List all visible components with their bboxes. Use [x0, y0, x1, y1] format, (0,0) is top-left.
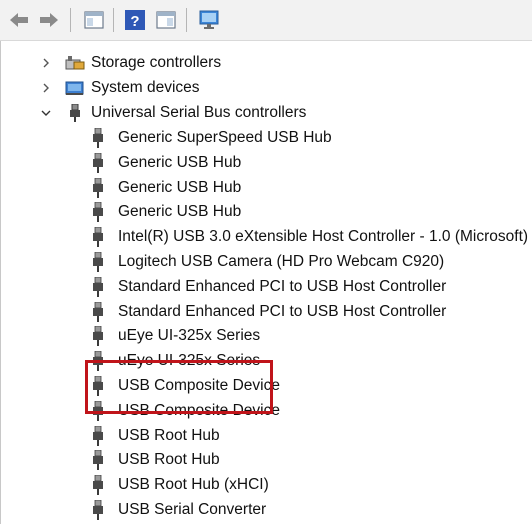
usb-device-label: uEye UI-325x Series — [118, 327, 261, 345]
usb-device-row[interactable]: USB Root Hub — [1, 424, 532, 448]
monitor-icon[interactable] — [198, 9, 220, 31]
help-icon-label: ? — [130, 13, 139, 30]
chevron-down-icon[interactable] — [39, 106, 53, 120]
usb-device-label: USB Root Hub — [118, 426, 220, 444]
usb-device-label: Generic SuperSpeed USB Hub — [118, 129, 332, 146]
properties-icon[interactable] — [155, 9, 177, 31]
usb-plug-icon — [93, 252, 103, 272]
usb-device-row[interactable]: Generic USB Hub — [1, 200, 532, 224]
usb-plug-icon — [93, 500, 103, 520]
tree-category-usb-controllers[interactable]: Universal Serial Bus controllers — [1, 101, 532, 125]
tree-category-label: Storage controllers — [91, 54, 222, 71]
chevron-right-icon[interactable] — [39, 81, 53, 95]
tree-category-system-devices[interactable]: System devices — [1, 76, 532, 100]
device-tree: Storage controllers System devices Unive… — [0, 41, 532, 524]
tree-category-storage-controllers[interactable]: Storage controllers — [1, 51, 532, 75]
highlight-box — [85, 360, 273, 414]
usb-device-label: Generic USB Hub — [118, 203, 242, 221]
usb-device-label: Generic USB Hub — [118, 153, 242, 171]
usb-device-row[interactable]: USB Root Hub — [1, 448, 532, 472]
usb-plug-icon — [93, 202, 103, 223]
usb-device-label: USB Root Hub (xHCI) — [118, 476, 269, 494]
usb-plug-icon — [93, 276, 103, 297]
usb-device-row[interactable]: Generic SuperSpeed USB Hub — [1, 126, 532, 150]
arrow-right-icon[interactable] — [38, 9, 60, 31]
usb-plug-icon — [93, 227, 103, 248]
toolbar-separator — [186, 8, 187, 32]
usb-device-label: Logitech USB Camera (HD Pro Webcam C920) — [118, 253, 445, 270]
usb-plug-icon — [93, 301, 103, 322]
usb-device-label: Generic USB Hub — [118, 178, 242, 196]
usb-plug-icon — [93, 128, 103, 148]
usb-device-row[interactable]: Intel(R) USB 3.0 eXtensible Host Control… — [1, 225, 532, 249]
usb-device-label: Standard Enhanced PCI to USB Host Contro… — [118, 277, 447, 295]
toolbar-separator — [70, 8, 71, 32]
tree-category-label: Universal Serial Bus controllers — [91, 104, 307, 121]
chevron-right-icon[interactable] — [39, 56, 53, 70]
usb-plug-icon — [70, 104, 80, 122]
usb-device-label: USB Root Hub — [118, 451, 220, 469]
usb-device-row[interactable]: USB Serial Converter — [1, 498, 532, 522]
usb-plug-icon — [93, 450, 103, 471]
usb-device-label: Standard Enhanced PCI to USB Host Contro… — [118, 302, 447, 320]
usb-device-row[interactable]: Logitech USB Camera (HD Pro Webcam C920) — [1, 250, 532, 274]
usb-device-row[interactable]: USB Root Hub (xHCI) — [1, 473, 532, 497]
system-devices-icon — [65, 81, 84, 95]
arrow-left-icon[interactable] — [8, 9, 30, 31]
usb-device-row[interactable]: uEye UI-325x Series — [1, 324, 532, 348]
usb-plug-icon — [93, 475, 103, 496]
console-tree-icon[interactable] — [83, 9, 105, 31]
usb-device-label: Intel(R) USB 3.0 eXtensible Host Control… — [118, 228, 529, 246]
storage-controller-icon — [65, 56, 85, 70]
toolbar: ? — [0, 0, 532, 41]
usb-plug-icon — [93, 326, 103, 347]
usb-device-label: USB Serial Converter — [118, 501, 267, 518]
tree-category-label: System devices — [91, 79, 200, 96]
usb-device-row[interactable]: Generic USB Hub — [1, 151, 532, 175]
usb-plug-icon — [93, 177, 103, 198]
help-icon[interactable]: ? — [124, 9, 146, 31]
usb-device-row[interactable]: Standard Enhanced PCI to USB Host Contro… — [1, 300, 532, 324]
usb-plug-icon — [93, 152, 103, 173]
usb-plug-icon — [93, 425, 103, 446]
toolbar-separator — [113, 8, 114, 32]
usb-device-row[interactable]: Standard Enhanced PCI to USB Host Contro… — [1, 275, 532, 299]
usb-device-row[interactable]: Generic USB Hub — [1, 176, 532, 200]
